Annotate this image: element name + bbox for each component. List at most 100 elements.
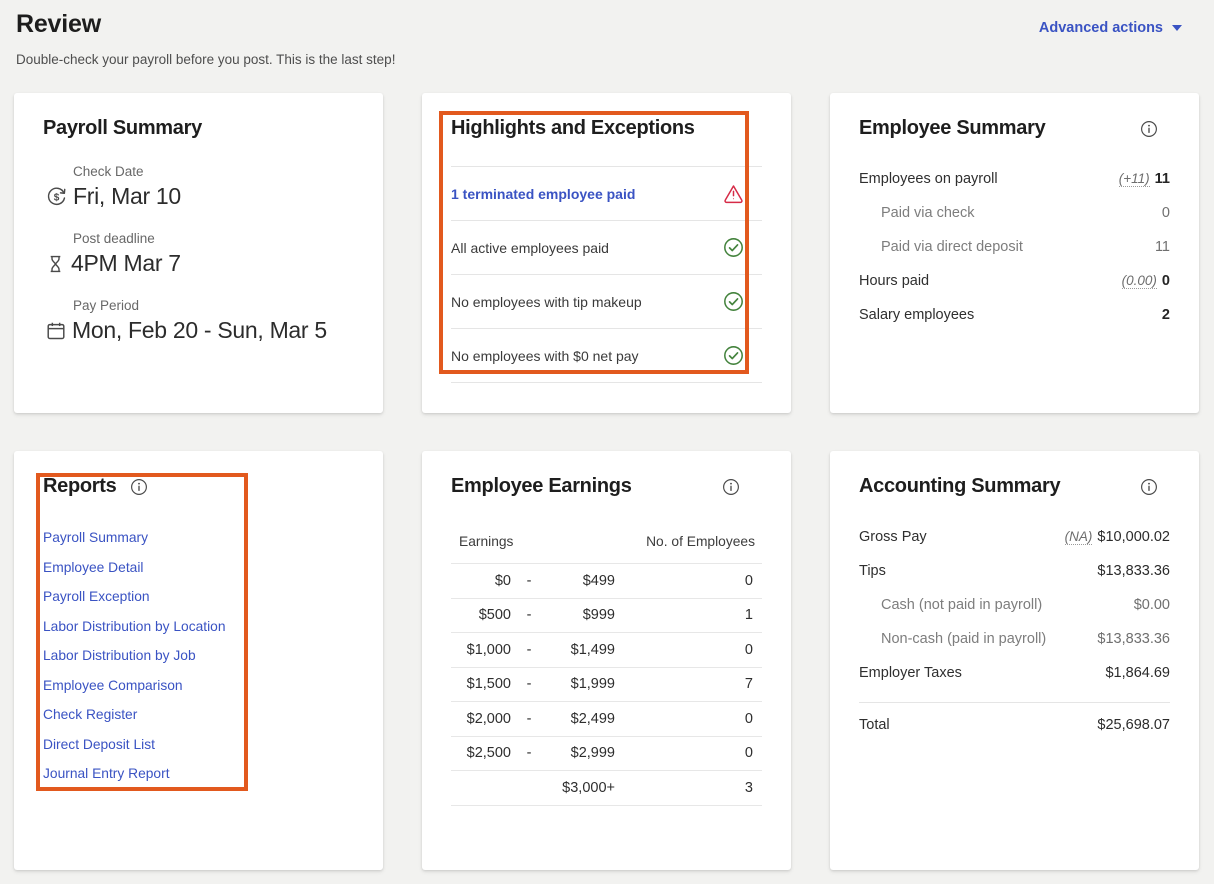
check-date-value: Fri, Mar 10 bbox=[73, 183, 181, 210]
post-deadline-item: Post deadline 4PM Mar 7 bbox=[43, 231, 354, 277]
report-link-payroll-summary[interactable]: Payroll Summary bbox=[43, 523, 148, 553]
range-high: $999 bbox=[547, 607, 615, 623]
earnings-row: $2,500 - $2,999 0 bbox=[451, 737, 762, 772]
accounting-summary-list: Gross Pay (NA) $10,000.02 Tips $13,833.3… bbox=[859, 520, 1170, 747]
row-value: 0 bbox=[1162, 273, 1170, 289]
calendar-icon bbox=[45, 320, 67, 342]
range-dash: - bbox=[511, 711, 547, 727]
range-high: $2,999 bbox=[547, 745, 615, 761]
chevron-down-icon bbox=[1172, 25, 1182, 31]
warning-triangle-icon bbox=[723, 183, 744, 204]
reports-card: Reports Payroll Summary Employee Detail … bbox=[14, 451, 383, 870]
employee-summary-card: Employee Summary Employees on payroll (+… bbox=[830, 93, 1199, 413]
money-cycle-icon: $ bbox=[45, 185, 68, 208]
range-low: $1,500 bbox=[451, 676, 511, 692]
row-value: $13,833.36 bbox=[1097, 563, 1170, 579]
highlights-exceptions-card: Highlights and Exceptions 1 terminated e… bbox=[422, 93, 791, 413]
range-high: $499 bbox=[547, 573, 615, 589]
paid-via-direct-deposit-row: Paid via direct deposit 11 bbox=[859, 230, 1170, 264]
employee-summary-info-button[interactable] bbox=[1140, 120, 1158, 138]
report-link-employee-detail[interactable]: Employee Detail bbox=[43, 553, 143, 583]
report-link-direct-deposit-list[interactable]: Direct Deposit List bbox=[43, 730, 155, 760]
earnings-table: $0 - $499 0 $500 - $999 1 $1,000 - $1,49… bbox=[451, 563, 762, 806]
range-dash: - bbox=[511, 607, 547, 623]
earnings-row: $0 - $499 0 bbox=[451, 564, 762, 599]
highlight-row-active-paid: All active employees paid bbox=[451, 221, 762, 275]
noncash-tips-row: Non-cash (paid in payroll) $13,833.36 bbox=[859, 622, 1170, 656]
range-low: $2,000 bbox=[451, 711, 511, 727]
employee-earnings-info-button[interactable] bbox=[722, 478, 740, 496]
row-label: Employees on payroll bbox=[859, 171, 998, 187]
earnings-row: $3,000+ 3 bbox=[451, 771, 762, 806]
highlights-list: 1 terminated employee paid All active em… bbox=[451, 166, 762, 383]
accounting-summary-info-button[interactable] bbox=[1140, 478, 1158, 496]
row-label: Tips bbox=[859, 563, 886, 579]
highlight-label: All active employees paid bbox=[451, 240, 609, 256]
post-deadline-label: Post deadline bbox=[73, 231, 354, 246]
range-high: $1,499 bbox=[547, 642, 615, 658]
row-value: $13,833.36 bbox=[1097, 631, 1170, 647]
check-circle-icon bbox=[723, 291, 744, 312]
earnings-row: $1,500 - $1,999 7 bbox=[451, 668, 762, 703]
report-links-list: Payroll Summary Employee Detail Payroll … bbox=[43, 523, 354, 789]
highlight-row-tip-makeup: No employees with tip makeup bbox=[451, 275, 762, 329]
report-link-labor-distribution-location[interactable]: Labor Distribution by Location bbox=[43, 612, 226, 642]
employee-summary-title: Employee Summary bbox=[859, 117, 1045, 140]
employee-count: 7 bbox=[745, 676, 762, 692]
total-value: $25,698.07 bbox=[1097, 717, 1170, 733]
employee-count: 0 bbox=[745, 711, 762, 727]
report-link-labor-distribution-job[interactable]: Labor Distribution by Job bbox=[43, 641, 196, 671]
earnings-table-header: Earnings No. of Employees bbox=[451, 534, 762, 563]
row-na-note: (NA) bbox=[1065, 529, 1093, 545]
earnings-row: $2,000 - $2,499 0 bbox=[451, 702, 762, 737]
gross-pay-row: Gross Pay (NA) $10,000.02 bbox=[859, 520, 1170, 554]
terminated-employee-link[interactable]: 1 terminated employee paid bbox=[451, 186, 635, 202]
check-date-label: Check Date bbox=[73, 164, 354, 179]
row-value: $10,000.02 bbox=[1097, 529, 1170, 545]
tips-row: Tips $13,833.36 bbox=[859, 554, 1170, 588]
hourglass-icon bbox=[45, 253, 66, 275]
page-title: Review bbox=[16, 10, 101, 39]
range-low: $500 bbox=[451, 607, 511, 623]
row-label: Paid via check bbox=[881, 205, 975, 221]
row-delta-note: (+11) bbox=[1119, 171, 1150, 187]
employee-earnings-title: Employee Earnings bbox=[451, 475, 632, 498]
info-icon bbox=[722, 478, 740, 496]
range-low: $1,000 bbox=[451, 642, 511, 658]
review-page: Review Double-check your payroll before … bbox=[0, 0, 1214, 884]
highlights-exceptions-title: Highlights and Exceptions bbox=[451, 117, 762, 140]
range-high: $3,000+ bbox=[547, 780, 615, 796]
total-label: Total bbox=[859, 717, 890, 733]
highlight-row-terminated: 1 terminated employee paid bbox=[451, 167, 762, 221]
reports-info-button[interactable] bbox=[130, 478, 148, 496]
earnings-column-header: Earnings bbox=[459, 534, 513, 549]
highlight-label: No employees with tip makeup bbox=[451, 294, 642, 310]
info-icon bbox=[1140, 478, 1158, 496]
salary-employees-row: Salary employees 2 bbox=[859, 298, 1170, 332]
range-dash: - bbox=[511, 745, 547, 761]
employee-earnings-card: Employee Earnings Earnings No. of Employ… bbox=[422, 451, 791, 870]
highlight-row-zero-net-pay: No employees with $0 net pay bbox=[451, 329, 762, 383]
pay-period-label: Pay Period bbox=[73, 298, 354, 313]
advanced-actions-button[interactable]: Advanced actions bbox=[1039, 20, 1182, 36]
row-label: Hours paid bbox=[859, 273, 929, 289]
report-link-check-register[interactable]: Check Register bbox=[43, 700, 137, 730]
row-label: Cash (not paid in payroll) bbox=[881, 597, 1042, 613]
row-value: $1,864.69 bbox=[1105, 665, 1170, 681]
payroll-summary-title: Payroll Summary bbox=[43, 117, 354, 140]
employer-taxes-row: Employer Taxes $1,864.69 bbox=[859, 656, 1170, 690]
row-value: 2 bbox=[1162, 307, 1170, 323]
post-deadline-value: 4PM Mar 7 bbox=[71, 250, 181, 277]
row-value: 0 bbox=[1162, 205, 1170, 221]
paid-via-check-row: Paid via check 0 bbox=[859, 196, 1170, 230]
total-row: Total $25,698.07 bbox=[859, 703, 1170, 747]
row-value: 11 bbox=[1155, 239, 1170, 255]
payroll-summary-card: Payroll Summary Check Date $ Fri, Mar 10… bbox=[14, 93, 383, 413]
employee-count: 0 bbox=[745, 745, 762, 761]
check-circle-icon bbox=[723, 345, 744, 366]
report-link-journal-entry-report[interactable]: Journal Entry Report bbox=[43, 759, 170, 789]
report-link-employee-comparison[interactable]: Employee Comparison bbox=[43, 671, 183, 701]
advanced-actions-label: Advanced actions bbox=[1039, 20, 1163, 36]
cash-tips-row: Cash (not paid in payroll) $0.00 bbox=[859, 588, 1170, 622]
report-link-payroll-exception[interactable]: Payroll Exception bbox=[43, 582, 150, 612]
